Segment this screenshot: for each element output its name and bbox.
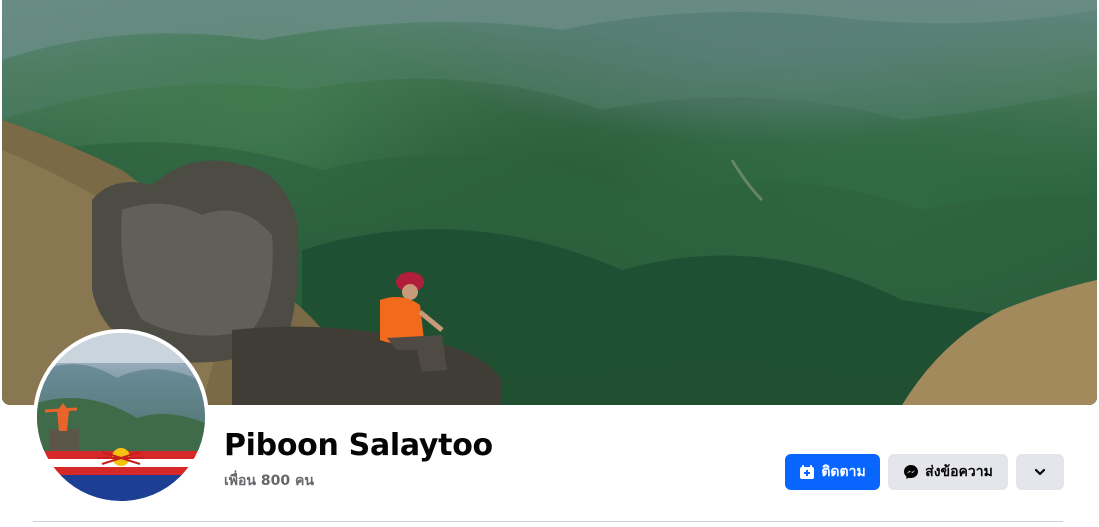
profile-avatar[interactable] [33, 329, 209, 505]
profile-actions: ติดตาม ส่งข้อความ [785, 454, 1064, 490]
more-options-button[interactable] [1016, 454, 1064, 490]
messenger-icon [903, 464, 919, 480]
avatar-scene [37, 333, 205, 501]
profile-name: Piboon Salaytoo [224, 428, 493, 463]
follow-icon [799, 464, 815, 480]
follow-label: ติดตาม [821, 464, 866, 480]
avatar-image [37, 333, 205, 501]
follow-button[interactable]: ติดตาม [785, 454, 880, 490]
header-divider [33, 521, 1063, 522]
message-label: ส่งข้อความ [925, 464, 993, 480]
profile-header: Piboon Salaytoo เพื่อน 800 คน ติดตาม ส่ง… [0, 0, 1099, 527]
friends-count[interactable]: เพื่อน 800 คน [224, 470, 314, 492]
message-button[interactable]: ส่งข้อความ [888, 454, 1008, 490]
chevron-down-icon [1033, 465, 1047, 479]
